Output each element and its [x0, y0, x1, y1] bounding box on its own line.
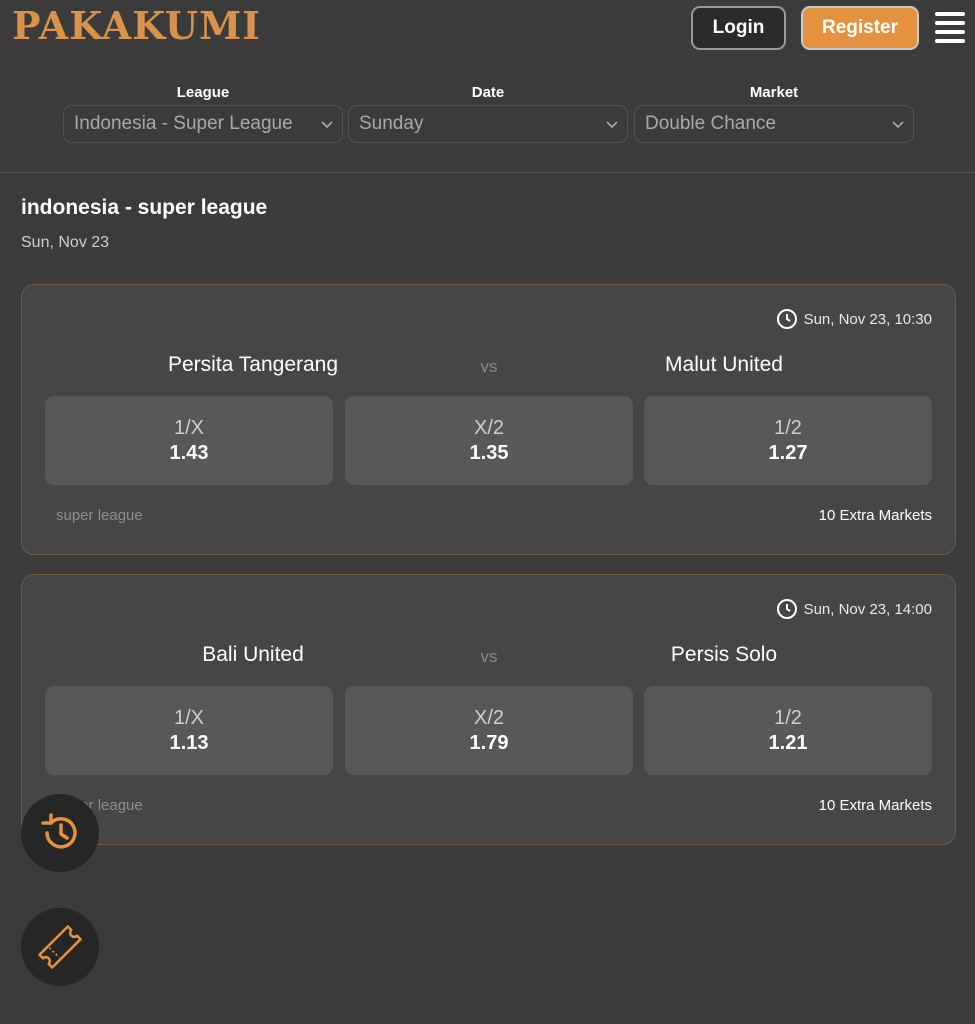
match-card[interactable]: Sun, Nov 23, 10:30 Persita Tangerang vs …: [21, 284, 956, 555]
register-button[interactable]: Register: [801, 6, 919, 50]
league-select-value: Indonesia - Super League: [74, 113, 293, 134]
league-filter: League Indonesia - Super League: [63, 84, 343, 144]
history-icon: [41, 813, 77, 849]
date-select[interactable]: Sunday: [348, 105, 628, 143]
odds-value: 1.79: [469, 731, 509, 754]
extra-markets-link[interactable]: 10 Extra Markets: [819, 507, 932, 524]
ticket-icon: [38, 925, 82, 969]
away-team: Persis Solo: [670, 643, 778, 666]
divider: [0, 172, 975, 173]
home-team: Bali United: [202, 643, 304, 666]
chevron-down-icon: [321, 121, 333, 129]
odds-label: X/2: [473, 706, 505, 729]
league-select[interactable]: Indonesia - Super League: [63, 105, 343, 143]
chevron-down-icon: [892, 121, 904, 129]
odds-button-x2[interactable]: X/2 1.79: [345, 686, 633, 775]
page: PAKAKUMI Login Register League Indonesia…: [0, 0, 975, 1024]
away-team: Malut United: [665, 353, 783, 376]
odds-label: 1/X: [173, 706, 205, 729]
match-time: Sun, Nov 23, 10:30: [776, 308, 932, 330]
vs-label: vs: [480, 357, 498, 376]
betslip-button[interactable]: [21, 908, 99, 986]
odds-button-1x[interactable]: 1/X 1.43: [45, 396, 333, 485]
league-title: indonesia - super league: [21, 196, 268, 219]
odds-label: 1/2: [774, 706, 802, 729]
hamburger-icon[interactable]: [935, 12, 965, 44]
odds-button-1x[interactable]: 1/X 1.13: [45, 686, 333, 775]
league-date: Sun, Nov 23: [21, 234, 110, 251]
date-filter: Date Sunday: [348, 84, 628, 144]
extra-markets-link[interactable]: 10 Extra Markets: [819, 797, 932, 814]
match-card[interactable]: Sun, Nov 23, 14:00 Bali United vs Persis…: [21, 574, 956, 845]
date-filter-label: Date: [471, 84, 505, 101]
clock-icon: [776, 309, 797, 329]
match-time-text: Sun, Nov 23, 14:00: [803, 600, 932, 618]
odds-value: 1.35: [469, 441, 509, 464]
match-time: Sun, Nov 23, 14:00: [776, 598, 932, 620]
odds-label: X/2: [473, 416, 505, 439]
clock-icon: [776, 599, 797, 619]
vs-label: vs: [480, 647, 498, 666]
odds-value: 1.43: [169, 441, 209, 464]
date-select-value: Sunday: [359, 113, 424, 134]
home-team: Persita Tangerang: [167, 353, 339, 376]
odds-button-12[interactable]: 1/2 1.21: [644, 686, 932, 775]
odds-button-x2[interactable]: X/2 1.35: [345, 396, 633, 485]
match-time-text: Sun, Nov 23, 10:30: [803, 310, 932, 328]
match-league: super league: [56, 507, 143, 524]
market-filter: Market Double Chance: [634, 84, 914, 144]
chevron-down-icon: [606, 121, 618, 129]
odds-label: 1/2: [774, 416, 802, 439]
market-select-value: Double Chance: [645, 113, 776, 134]
history-button[interactable]: [21, 794, 99, 872]
logo[interactable]: PAKAKUMI: [12, 4, 261, 48]
market-select[interactable]: Double Chance: [634, 105, 914, 143]
league-filter-label: League: [176, 84, 230, 101]
login-button[interactable]: Login: [691, 6, 786, 50]
odds-value: 1.21: [768, 731, 808, 754]
odds-label: 1/X: [173, 416, 205, 439]
odds-button-12[interactable]: 1/2 1.27: [644, 396, 932, 485]
odds-value: 1.27: [768, 441, 808, 464]
odds-value: 1.13: [169, 731, 209, 754]
market-filter-label: Market: [749, 84, 799, 101]
top-header: PAKAKUMI Login Register: [0, 0, 975, 60]
